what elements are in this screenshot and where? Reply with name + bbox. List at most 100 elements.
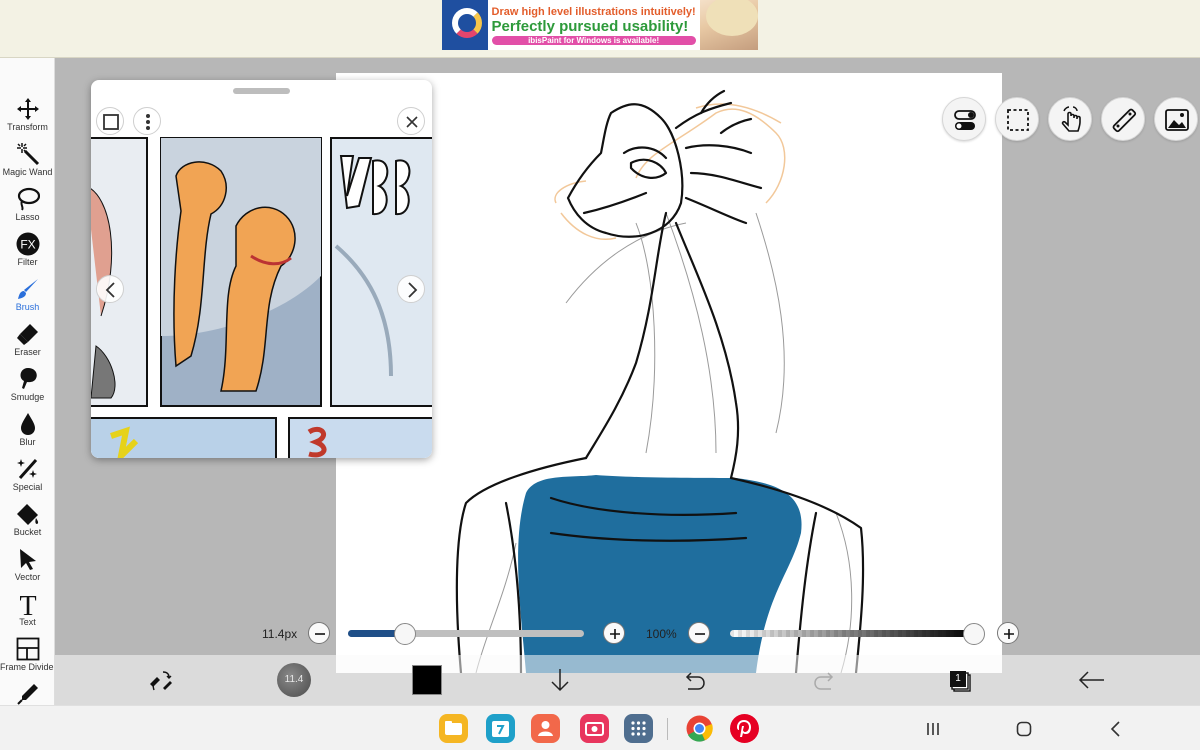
- reference-image: [91, 136, 432, 458]
- touch-gesture-button[interactable]: [1048, 97, 1092, 141]
- selection-button[interactable]: [995, 97, 1039, 141]
- square-icon: [103, 114, 119, 130]
- reference-drag-handle[interactable]: [233, 88, 290, 94]
- eraser-icon: [16, 324, 38, 345]
- brush-settings-button[interactable]: 11.4: [274, 660, 314, 700]
- pinterest-icon: [737, 720, 751, 737]
- tool-eyedropper[interactable]: [0, 679, 54, 705]
- opacity-value: 100%: [646, 627, 677, 641]
- brush-size-slider[interactable]: [348, 623, 584, 645]
- image-icon: [1165, 109, 1189, 131]
- tool-brush[interactable]: Brush: [0, 274, 54, 319]
- tool-blur[interactable]: Blur: [0, 409, 54, 454]
- text-t-icon: T: [19, 592, 36, 616]
- recent-apps-button[interactable]: [918, 714, 948, 744]
- redo-button[interactable]: [806, 660, 846, 700]
- tool-label: Bucket: [13, 527, 42, 537]
- home-button[interactable]: [1009, 714, 1039, 744]
- apps-grid-icon: [631, 721, 646, 736]
- lasso-icon: [17, 187, 40, 211]
- ad-text: Draw high level illustrations intuitivel…: [488, 0, 700, 50]
- tool-lasso[interactable]: Lasso: [0, 184, 54, 229]
- tool-label: Brush: [15, 302, 40, 312]
- tool-smudge[interactable]: Smudge: [0, 364, 54, 409]
- tool-label: Eraser: [14, 347, 41, 357]
- reference-close-button[interactable]: [397, 107, 425, 135]
- close-icon: [406, 116, 418, 128]
- vector-arrow-icon: [19, 549, 36, 570]
- opacity-decrease-button[interactable]: [688, 622, 710, 644]
- reference-window[interactable]: [91, 80, 432, 458]
- settings-toggle-button[interactable]: [942, 97, 986, 141]
- undo-button[interactable]: [673, 660, 713, 700]
- contact-person-icon: [538, 721, 553, 736]
- canvas-artwork: [455, 89, 865, 673]
- tool-label: Filter: [17, 257, 38, 267]
- minus-icon: [695, 633, 705, 635]
- layer-down-button[interactable]: [540, 660, 580, 700]
- dock-files-app[interactable]: [439, 714, 468, 743]
- bucket-icon: [16, 504, 38, 525]
- back-button[interactable]: [1072, 660, 1112, 700]
- opacity-increase-button[interactable]: [997, 622, 1019, 644]
- tool-label: Blur: [19, 437, 36, 447]
- brush-size-increase-button[interactable]: [603, 622, 625, 644]
- chevron-left-icon: [105, 282, 115, 298]
- dashed-selection-icon: [1007, 109, 1029, 131]
- dock-contacts-app[interactable]: [531, 714, 560, 743]
- drawing-canvas[interactable]: [336, 73, 1002, 673]
- reference-next-button[interactable]: [397, 275, 425, 303]
- brush-size-slider-knob[interactable]: [393, 623, 416, 645]
- reference-fullscreen-button[interactable]: [96, 107, 124, 135]
- tool-magic-wand[interactable]: Magic Wand: [0, 139, 54, 184]
- folder-icon: [445, 721, 462, 735]
- svg-text:T: T: [19, 592, 36, 616]
- tool-eraser[interactable]: Eraser: [0, 319, 54, 364]
- fx-filter-icon: FX: [16, 232, 39, 256]
- dock-chrome-app[interactable]: [685, 714, 714, 743]
- dock-separator: [667, 718, 668, 740]
- swap-brush-eraser-icon: [150, 671, 172, 691]
- touch-hand-icon: [1061, 106, 1081, 132]
- reference-previous-button[interactable]: [96, 275, 124, 303]
- image-reference-button[interactable]: [1154, 97, 1198, 141]
- reference-menu-button[interactable]: [133, 107, 161, 135]
- tool-special[interactable]: Special: [0, 454, 54, 499]
- tool-bucket[interactable]: Bucket: [0, 499, 54, 544]
- arrow-down-icon: [551, 669, 569, 692]
- layer-count: 1: [950, 671, 966, 687]
- system-back-button[interactable]: [1101, 714, 1131, 744]
- transform-icon: [16, 98, 39, 120]
- ruler-button[interactable]: [1101, 97, 1145, 141]
- dock-app-drawer[interactable]: [624, 714, 653, 743]
- color-picker-button[interactable]: [407, 660, 447, 700]
- brush-eraser-swap-button[interactable]: [141, 660, 181, 700]
- ad-banner[interactable]: Draw high level illustrations intuitivel…: [442, 0, 758, 50]
- comic-reference-artwork: [91, 136, 432, 458]
- ruler-icon: [1112, 108, 1137, 133]
- ibispaint-logo: [442, 0, 488, 50]
- opacity-slider[interactable]: [730, 623, 985, 645]
- dock-pinterest-app[interactable]: [730, 714, 759, 743]
- brush-size-value: 11.4px: [262, 627, 298, 641]
- dock-camera-app[interactable]: [580, 714, 609, 743]
- eyedropper-icon: [16, 684, 38, 705]
- brush-size-decrease-button[interactable]: [308, 622, 330, 644]
- tool-vector[interactable]: Vector: [0, 544, 54, 589]
- ad-tagline: Perfectly pursued usability!: [491, 17, 689, 35]
- special-wand-icon: [16, 459, 37, 479]
- dock-calendar-app[interactable]: [486, 714, 515, 743]
- more-vertical-icon: [146, 114, 150, 130]
- blur-drop-icon: [20, 413, 35, 435]
- tool-filter[interactable]: FX Filter: [0, 229, 54, 274]
- toggle-settings-icon: [954, 110, 976, 130]
- tool-label: Frame Divider: [0, 662, 55, 672]
- opacity-slider-knob[interactable]: [963, 623, 985, 645]
- ad-headline: Draw high level illustrations intuitivel…: [491, 5, 696, 18]
- layers-button[interactable]: 1: [939, 660, 979, 700]
- tool-transform[interactable]: Transform: [0, 94, 54, 139]
- tool-label: Lasso: [15, 212, 40, 222]
- plus-icon: [1004, 629, 1014, 639]
- plus-icon: [610, 629, 620, 639]
- brush-size-badge: 11.4: [277, 663, 311, 697]
